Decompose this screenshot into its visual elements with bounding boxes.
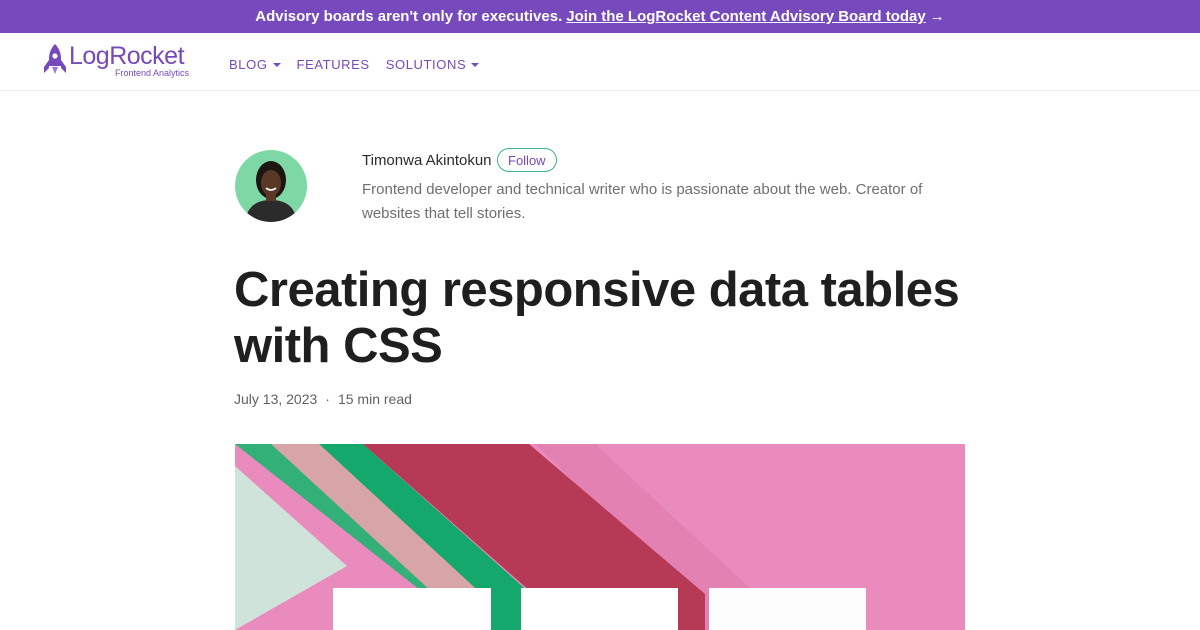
- nav-item-label: FEATURES: [296, 57, 370, 72]
- logo-wordmark: LogRocket: [69, 42, 185, 70]
- nav-item-label: BLOG: [229, 57, 268, 72]
- hero-image: [235, 444, 965, 630]
- author-avatar[interactable]: [235, 150, 307, 222]
- article-title: Creating responsive data tables with CSS: [234, 263, 960, 373]
- meta-separator: ·: [325, 391, 330, 407]
- caret-down-icon: [471, 63, 480, 67]
- caret-down-icon: [272, 63, 281, 67]
- author-name[interactable]: Timonwa Akintokun: [362, 152, 492, 169]
- hero-illustration: [235, 444, 965, 630]
- logo-tagline: Frontend Analytics: [115, 68, 190, 78]
- main-nav: BLOG FEATURES SOLUTIONS: [229, 57, 480, 72]
- logo[interactable]: LogRocket Frontend Analytics: [44, 42, 199, 82]
- nav-item-label: SOLUTIONS: [385, 57, 467, 72]
- author-bio: Frontend developer and technical writer …: [362, 181, 923, 222]
- nav-item-solutions[interactable]: SOLUTIONS: [386, 57, 480, 72]
- author-photo: [235, 150, 307, 222]
- announcement-banner: Advisory boards aren't only for executiv…: [0, 0, 1200, 33]
- read-time: 15 min read: [337, 391, 412, 407]
- nav-item-blog[interactable]: BLOG: [229, 57, 281, 72]
- rocket-icon: [44, 44, 66, 74]
- nav-item-features[interactable]: FEATURES: [297, 57, 370, 72]
- banner-text: Advisory boards aren't only for executiv…: [255, 8, 563, 25]
- arrow-right-icon: →: [929, 8, 945, 25]
- follow-button[interactable]: Follow: [497, 148, 557, 172]
- banner-link[interactable]: Join the LogRocket Content Advisory Boar…: [566, 8, 925, 25]
- navbar: LogRocket Frontend Analytics BLOG FEATUR…: [0, 33, 1200, 91]
- article-meta: July 13, 2023 · 15 min read: [234, 391, 412, 407]
- publish-date: July 13, 2023: [234, 391, 318, 407]
